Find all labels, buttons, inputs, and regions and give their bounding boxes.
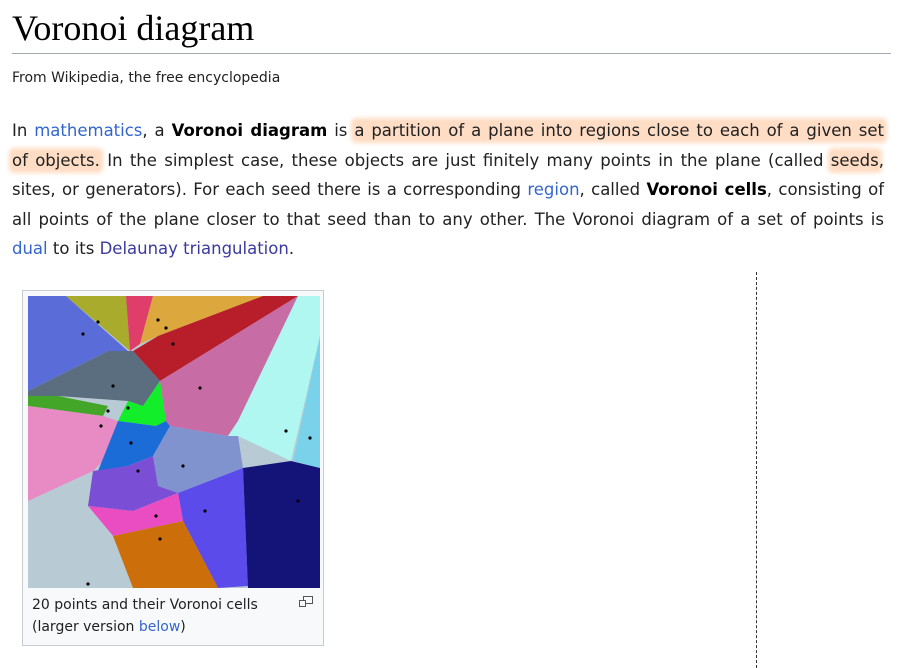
link-region[interactable]: region xyxy=(527,180,579,199)
site-tagline: From Wikipedia, the free encyclopedia xyxy=(12,70,281,86)
caption-line: (larger version below) xyxy=(32,616,312,638)
page-title: Voronoi diagram xyxy=(12,8,255,48)
intro-line: of objects. In the simplest case, these … xyxy=(12,146,884,176)
intro-line: dual to its Delaunay triangulation. xyxy=(12,234,884,264)
link-mathematics[interactable]: mathematics xyxy=(34,121,142,140)
text-span: , a xyxy=(142,121,172,140)
intro-paragraph: In mathematics, a Voronoi diagram is a p… xyxy=(12,116,884,264)
caption-line: 20 points and their Voronoi cells xyxy=(32,597,258,613)
figure-thumbnail: 20 points and their Voronoi cells (large… xyxy=(22,290,324,646)
link-dual[interactable]: dual xyxy=(12,239,48,258)
text-span: ) xyxy=(180,619,186,635)
figure-caption: 20 points and their Voronoi cells (large… xyxy=(32,594,312,638)
text-span: to its xyxy=(47,239,100,258)
text-span: is xyxy=(327,121,355,140)
term-voronoi-cells: Voronoi cells xyxy=(646,180,767,199)
dashed-guide-line xyxy=(756,272,757,668)
text-span: all points of the plane closer to that s… xyxy=(12,209,884,229)
highlighted-seeds: seeds xyxy=(830,150,879,170)
text-span: . xyxy=(288,239,295,258)
highlighted-definition-end: of objects. xyxy=(12,150,100,170)
text-span: , consisting of xyxy=(766,180,884,199)
title-divider xyxy=(12,53,891,54)
text-span: In the simplest case, these objects are … xyxy=(99,150,831,170)
term-voronoi-diagram: Voronoi diagram xyxy=(171,121,328,140)
text-span: , called xyxy=(579,180,647,199)
text-span: In xyxy=(12,121,35,140)
caption-link-below[interactable]: below xyxy=(139,619,180,635)
text-span: (larger version xyxy=(32,619,139,635)
link-delaunay-triangulation[interactable]: Delaunay triangulation xyxy=(100,239,289,258)
highlighted-definition: a partition of a plane into regions clos… xyxy=(354,121,884,140)
magnify-clip-icon[interactable] xyxy=(299,596,313,607)
intro-line: In mathematics, a Voronoi diagram is a p… xyxy=(12,116,884,146)
text-span: , xyxy=(878,150,884,170)
voronoi-diagram-image[interactable] xyxy=(28,296,320,588)
intro-line: all points of the plane closer to that s… xyxy=(12,205,884,235)
text-span: sites, or generators). For each seed the… xyxy=(12,180,528,199)
intro-line: sites, or generators). For each seed the… xyxy=(12,175,884,205)
